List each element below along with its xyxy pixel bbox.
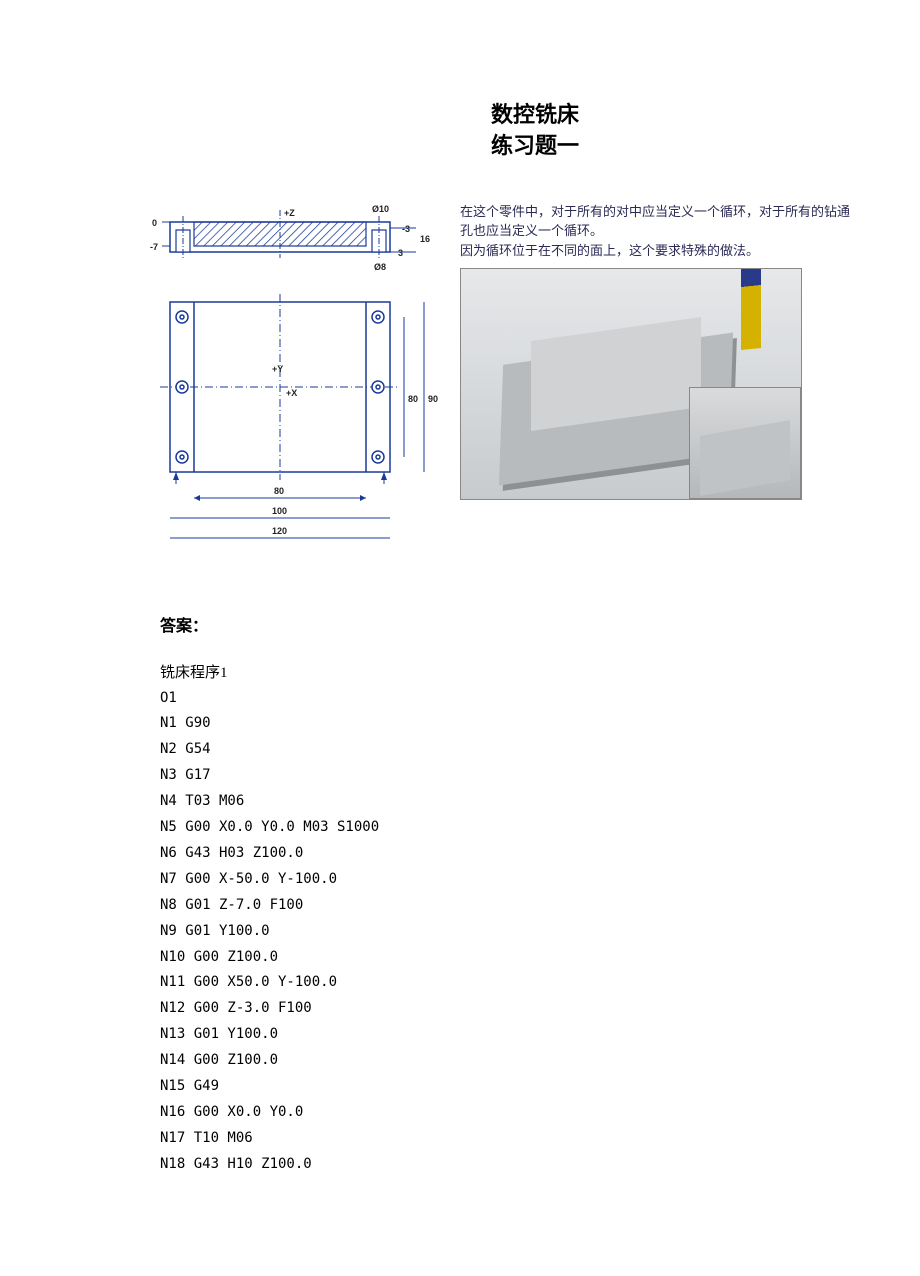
program-heading: 铣床程序1 (160, 661, 860, 682)
technical-drawing: +Z 0 -7 -3 16 3 Ø10 Ø8 (120, 202, 450, 562)
title-line-1: 数控铣床 (210, 100, 860, 131)
inset-plate (700, 420, 790, 496)
instruction-line-2: 因为循环位于在不同的面上，这个要求特殊的做法。 (460, 243, 759, 258)
label-minus3: -3 (402, 224, 410, 234)
code-line: O1 (160, 686, 860, 712)
code-line: N2 G54 (160, 737, 860, 763)
code-line: N1 G90 (160, 711, 860, 737)
code-line: N8 G01 Z-7.0 F100 (160, 893, 860, 919)
code-line: N10 G00 Z100.0 (160, 945, 860, 971)
render-inset (689, 387, 801, 499)
label-d8: Ø8 (374, 262, 386, 272)
figure-row: +Z 0 -7 -3 16 3 Ø10 Ø8 (120, 202, 860, 562)
code-line: N4 T03 M06 (160, 789, 860, 815)
dim-120: 120 (272, 526, 287, 536)
label-3: 3 (398, 248, 403, 258)
label-x: +X (286, 388, 297, 398)
code-line: N6 G43 H03 Z100.0 (160, 841, 860, 867)
gcode-program: O1N1 G90N2 G54N3 G17N4 T03 M06N5 G00 X0.… (160, 686, 860, 1178)
instruction-line-1: 在这个零件中，对于所有的对中应当定义一个循环，对于所有的钻通孔也应当定义一个循环… (460, 204, 850, 239)
code-line: N18 G43 H10 Z100.0 (160, 1152, 860, 1178)
dim-80h: 80 (408, 394, 418, 404)
render-column: 在这个零件中，对于所有的对中应当定义一个循环，对于所有的钻通孔也应当定义一个循环… (460, 202, 860, 501)
dim-90: 90 (428, 394, 438, 404)
dim-100: 100 (272, 506, 287, 516)
code-line: N3 G17 (160, 763, 860, 789)
label-y: +Y (272, 364, 283, 374)
code-line: N13 G01 Y100.0 (160, 1022, 860, 1048)
title-line-2: 练习题一 (210, 131, 860, 162)
code-line: N5 G00 X0.0 Y0.0 M03 S1000 (160, 815, 860, 841)
code-line: N11 G00 X50.0 Y-100.0 (160, 970, 860, 996)
instruction-text: 在这个零件中，对于所有的对中应当定义一个循环，对于所有的钻通孔也应当定义一个循环… (460, 202, 860, 261)
document-title: 数控铣床 练习题一 (210, 100, 860, 162)
drawing-svg: +Z 0 -7 -3 16 3 Ø10 Ø8 (120, 202, 450, 562)
code-line: N16 G00 X0.0 Y0.0 (160, 1100, 860, 1126)
render-3d: V = 151.482 cm3 (460, 268, 802, 500)
label-zero: 0 (152, 218, 157, 228)
code-line: N9 G01 Y100.0 (160, 919, 860, 945)
code-line: N14 G00 Z100.0 (160, 1048, 860, 1074)
dim-80w: 80 (274, 486, 284, 496)
code-line: N15 G49 (160, 1074, 860, 1100)
plan-view: +Y +X 80 100 (160, 294, 438, 538)
answer-heading: 答案： (160, 612, 860, 636)
code-line: N12 G00 Z-3.0 F100 (160, 996, 860, 1022)
label-16: 16 (420, 234, 430, 244)
drill-icon (741, 268, 761, 350)
label-minus7: -7 (150, 242, 158, 252)
code-line: N7 G00 X-50.0 Y-100.0 (160, 867, 860, 893)
label-z: +Z (284, 208, 295, 218)
top-section: +Z 0 -7 -3 16 3 Ø10 Ø8 (150, 204, 430, 272)
code-line: N17 T10 M06 (160, 1126, 860, 1152)
label-d10: Ø10 (372, 204, 389, 214)
